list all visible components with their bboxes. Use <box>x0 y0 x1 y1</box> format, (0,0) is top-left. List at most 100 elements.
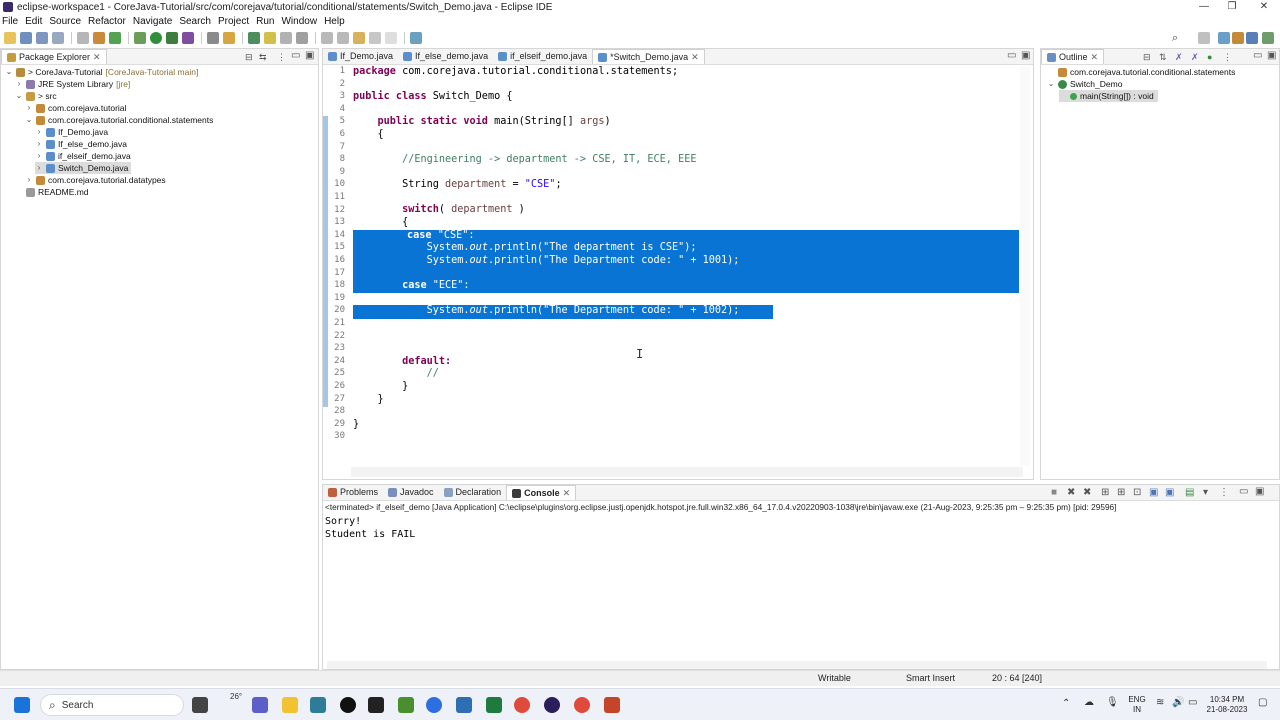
edge-icon[interactable] <box>310 697 326 713</box>
file-explorer-icon[interactable] <box>282 697 298 713</box>
focus-icon[interactable]: ⋮ <box>1223 52 1232 63</box>
chevron-up-icon[interactable]: ⌃ <box>1062 698 1070 709</box>
tab-switch-demo[interactable]: *Switch_Demo.java ✕ <box>592 49 705 64</box>
tree-item-package[interactable]: › com.corejava.tutorial.datatypes <box>25 174 166 186</box>
chrome-icon[interactable] <box>574 697 590 713</box>
tab-declaration[interactable]: Declaration <box>439 485 507 500</box>
save-icon[interactable] <box>20 32 32 44</box>
console-dropdown-icon[interactable]: ▾ <box>1203 487 1208 498</box>
debug-icon[interactable] <box>134 32 146 44</box>
tab-javadoc[interactable]: Javadoc <box>383 485 439 500</box>
new-icon[interactable] <box>4 32 16 44</box>
maximize-view-icon[interactable]: ▣ <box>1255 486 1264 497</box>
pin-console-icon[interactable]: ▣ <box>1149 487 1158 498</box>
display-console-icon[interactable]: ▣ <box>1165 487 1174 498</box>
tab-if-elseif-demo[interactable]: if_elseif_demo.java <box>493 49 592 64</box>
build-icon[interactable] <box>93 32 105 44</box>
tree-item-src[interactable]: ⌄ > src <box>15 90 57 102</box>
volume-icon[interactable]: 🔊 <box>1172 697 1184 708</box>
remove-all-icon[interactable]: ✖ <box>1083 487 1091 498</box>
external-tools-icon[interactable] <box>182 32 194 44</box>
console-output[interactable]: Sorry! Student is FAIL <box>325 515 415 541</box>
menu-search[interactable]: Search <box>179 16 211 27</box>
outline-item-class[interactable]: ⌄ Switch_Demo <box>1047 78 1123 90</box>
coverage-icon[interactable] <box>166 32 178 44</box>
notification-icon[interactable]: ▢ <box>1258 697 1267 708</box>
pin-icon[interactable] <box>280 32 292 44</box>
back-icon[interactable] <box>369 32 381 44</box>
windows-start-icon[interactable] <box>14 697 30 713</box>
hide-nonpublic-icon[interactable]: ● <box>1207 52 1212 62</box>
tree-item-jre[interactable]: › JRE System Library [jre] <box>15 78 131 90</box>
tab-if-else-demo[interactable]: If_else_demo.java <box>398 49 493 64</box>
new-java-package-icon[interactable] <box>207 32 219 44</box>
close-tab-icon[interactable]: ✕ <box>93 50 101 65</box>
print-icon[interactable] <box>52 32 64 44</box>
terminate-icon[interactable]: ■ <box>1051 487 1057 498</box>
maximize-button[interactable]: ❐ <box>1218 0 1246 14</box>
maximize-view-icon[interactable]: ▣ <box>1267 50 1276 61</box>
close-tab-icon[interactable]: ✕ <box>563 486 571 501</box>
remove-launch-icon[interactable]: ✖ <box>1067 487 1075 498</box>
horizontal-scrollbar[interactable] <box>351 467 1023 477</box>
tab-if-demo[interactable]: If_Demo.java <box>323 49 398 64</box>
refresh-icon[interactable] <box>109 32 121 44</box>
tree-item-package[interactable]: ⌄ com.corejava.tutorial.conditional.state… <box>25 114 214 126</box>
zoom-icon[interactable] <box>426 697 442 713</box>
terminal-app-icon[interactable] <box>368 697 384 713</box>
open-perspective-icon[interactable] <box>410 32 422 44</box>
close-button[interactable]: ✕ <box>1250 0 1278 14</box>
horizontal-scrollbar[interactable] <box>327 661 1267 669</box>
close-tab-icon[interactable]: ✕ <box>691 50 699 65</box>
tab-console[interactable]: Console ✕ <box>506 485 577 501</box>
debug-perspective-icon[interactable] <box>1218 32 1230 44</box>
vertical-scrollbar[interactable] <box>1020 66 1030 466</box>
scroll-lock-icon[interactable]: ⊞ <box>1101 487 1109 498</box>
tree-item-file[interactable]: › If_Demo.java <box>35 126 108 138</box>
tree-item-file[interactable]: README.md <box>15 186 89 198</box>
tree-item-file-selected[interactable]: › Switch_Demo.java <box>35 162 132 174</box>
show-whitespace-icon[interactable] <box>296 32 308 44</box>
weather-temperature[interactable]: 26° <box>230 692 242 701</box>
new-class-icon[interactable] <box>223 32 235 44</box>
run-icon[interactable] <box>150 32 162 44</box>
task-view-icon[interactable] <box>192 697 208 713</box>
virtualbox-icon[interactable] <box>456 697 472 713</box>
tree-item-file[interactable]: › if_elseif_demo.java <box>35 150 131 162</box>
git-perspective-icon[interactable] <box>1232 32 1244 44</box>
hide-static-icon[interactable]: ✗ <box>1191 52 1199 63</box>
minimize-view-icon[interactable]: ▭ <box>291 50 300 61</box>
teams-icon[interactable] <box>252 697 268 713</box>
dell-icon[interactable] <box>340 697 356 713</box>
menu-navigate[interactable]: Navigate <box>133 16 172 27</box>
minimize-view-icon[interactable]: ▭ <box>1253 50 1262 61</box>
last-edit-icon[interactable] <box>353 32 365 44</box>
eclipse-taskbar-icon[interactable] <box>544 697 560 713</box>
microphone-icon[interactable]: 🎙 <box>1106 697 1119 708</box>
perspective-icon[interactable] <box>1198 32 1210 44</box>
maximize-view-icon[interactable]: ▣ <box>1021 50 1030 61</box>
outline-item-method[interactable]: main(String[]) : void <box>1059 90 1158 102</box>
menu-window[interactable]: Window <box>281 16 317 27</box>
tab-outline[interactable]: Outline ✕ <box>1041 49 1105 65</box>
forward-icon[interactable] <box>385 32 397 44</box>
tree-item-package[interactable]: › com.corejava.tutorial <box>25 102 127 114</box>
powerpoint-icon[interactable] <box>604 697 620 713</box>
menu-refactor[interactable]: Refactor <box>88 16 126 27</box>
pycharm-icon[interactable] <box>486 697 502 713</box>
sort-icon[interactable]: ⇅ <box>1159 52 1167 63</box>
open-type-icon[interactable] <box>248 32 260 44</box>
tree-item-project[interactable]: ⌄ > CoreJava-Tutorial [CoreJava-Tutorial … <box>5 66 199 78</box>
clock[interactable]: 10:34 PM 21-08-2023 <box>1204 695 1250 715</box>
close-tab-icon[interactable]: ✕ <box>1091 50 1099 65</box>
open-console-icon[interactable]: ▤ <box>1185 487 1194 498</box>
menu-help[interactable]: Help <box>324 16 345 27</box>
link-editor-icon[interactable]: ⇆ <box>259 52 267 63</box>
menu-project[interactable]: Project <box>218 16 249 27</box>
minimize-button[interactable]: — <box>1190 0 1218 14</box>
maximize-view-icon[interactable]: ▣ <box>305 50 314 61</box>
taskbar-search-box[interactable]: ⌕ Search <box>40 694 184 716</box>
view-menu-icon[interactable]: ⋮ <box>277 52 286 63</box>
save-all-icon[interactable] <box>36 32 48 44</box>
battery-icon[interactable]: ▭ <box>1188 697 1197 708</box>
